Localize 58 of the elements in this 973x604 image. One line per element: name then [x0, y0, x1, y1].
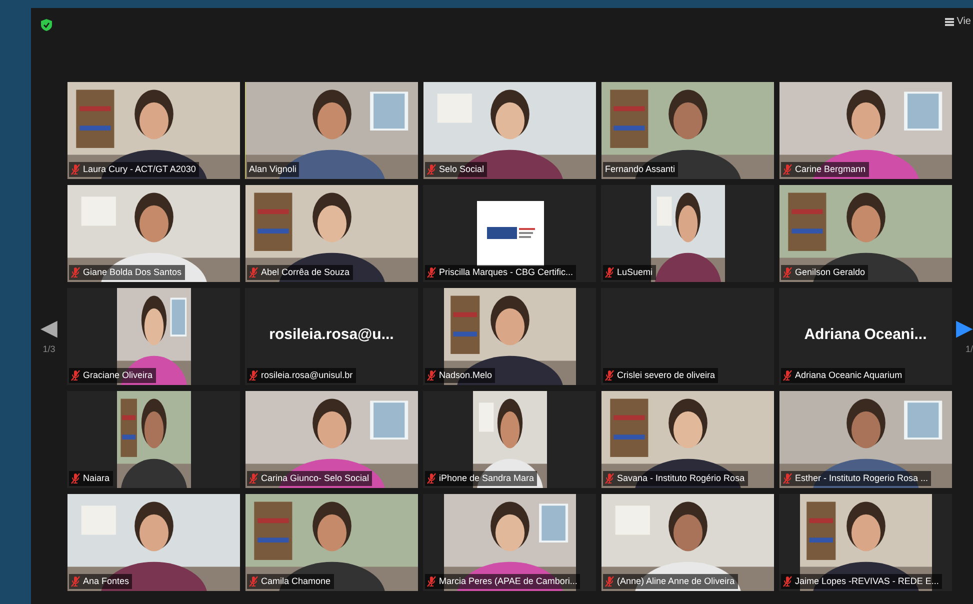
video-tile[interactable]: Esther - Instituto Rogerio Rosa ... [779, 391, 952, 488]
video-tile[interactable]: Selo Social [423, 82, 596, 179]
video-tile[interactable]: Laura Cury - ACT/GT A2030 [67, 82, 240, 179]
video-tile[interactable]: Carina Giunco- Selo Social [245, 391, 418, 488]
participant-name: Carina Giunco- Selo Social [261, 472, 370, 484]
video-tile[interactable]: Jaime Lopes -REVIVAS - REDE E... [779, 494, 952, 591]
video-tile[interactable]: rosileia.rosa@u... rosileia.rosa@unisul.br [245, 288, 418, 385]
video-tile[interactable]: Alan Vignoli [245, 82, 418, 179]
participant-name: Laura Cury - ACT/GT A2030 [83, 162, 196, 176]
logo [477, 201, 544, 266]
page-indicator: 1/3 [42, 342, 56, 356]
participant-name: Jaime Lopes -REVIVAS - REDE E... [795, 574, 939, 588]
participant-name: Giane Bolda Dos Santos [83, 266, 182, 278]
video-tile[interactable]: Nadson.Melo [423, 288, 596, 385]
participant-name: Naiara [83, 472, 110, 484]
participant-name: Carine Bergmann [795, 162, 866, 176]
video-tile[interactable]: Priscilla Marques - CBG Certific... [423, 185, 596, 282]
video-tile[interactable]: Graciane Oliveira [67, 288, 240, 385]
video-tile[interactable]: Camila Chamone [245, 494, 418, 591]
video-tile[interactable]: (Anne) Aline Anne de Oliveira [601, 494, 774, 591]
participant-name: Esther - Instituto Rogerio Rosa ... [795, 472, 928, 485]
video-tile[interactable]: Carine Bergmann [779, 82, 952, 179]
video-tile[interactable]: Giane Bolda Dos Santos [67, 185, 240, 282]
participant-name: Ana Fontes [83, 574, 130, 588]
participant-name: Crislei severo de oliveira [617, 368, 716, 382]
video-tile[interactable]: LuSuemi [601, 185, 774, 282]
video-tile[interactable]: Ana Fontes [67, 494, 240, 591]
participant-name: Marcia Peres (APAE de Cambori... [439, 574, 578, 588]
participant-name: Fernando Assanti [605, 162, 676, 176]
participant-name: rosileia.rosa@unisul.br [261, 368, 353, 382]
participant-name: Savana - Instituto Rogério Rosa [617, 472, 745, 485]
participant-name: Priscilla Marques - CBG Certific... [439, 266, 574, 279]
video-tile[interactable]: Abel Corrêa de Souza [245, 185, 418, 282]
participant-name: Camila Chamone [261, 574, 331, 588]
participant-name: Alan Vignoli [249, 162, 296, 176]
view-button[interactable]: Vie [944, 14, 971, 29]
participant-name: Adriana Oceanic Aquarium [795, 368, 902, 382]
participant-name: Graciane Oliveira [83, 368, 153, 382]
video-tile[interactable]: Naiara [67, 391, 240, 488]
video-tile[interactable]: Adriana Oceani... Adriana Oceanic Aquarium [779, 288, 952, 385]
participant-name: Abel Corrêa de Souza [261, 266, 350, 278]
next-page-button[interactable]: ▶ [956, 316, 973, 339]
page-indicator: 1/ [965, 342, 973, 356]
participant-name: LuSuemi [617, 266, 653, 278]
video-tile[interactable]: Fernando Assanti [601, 82, 774, 179]
video-tile[interactable]: iPhone de Sandra Mara [423, 391, 596, 488]
video-tile[interactable]: Savana - Instituto Rogério Rosa [601, 391, 774, 488]
participant-name: Adriana Oceani... [803, 325, 928, 345]
participant-name: iPhone de Sandra Mara [439, 472, 534, 484]
video-tile[interactable]: Genilson Geraldo [779, 185, 952, 282]
participant-name: (Anne) Aline Anne de Oliveira [617, 574, 735, 588]
video-tile[interactable]: Marcia Peres (APAE de Cambori... [423, 494, 596, 591]
participant-name: Nadson.Melo [439, 368, 492, 382]
video-tile[interactable]: Crislei severo de oliveira [601, 288, 774, 385]
previous-page-button[interactable]: ◀ [40, 316, 58, 339]
participant-name: rosileia.rosa@u... [268, 325, 395, 345]
participant-name: Selo Social [439, 162, 484, 176]
participant-name: Genilson Geraldo [795, 266, 866, 278]
